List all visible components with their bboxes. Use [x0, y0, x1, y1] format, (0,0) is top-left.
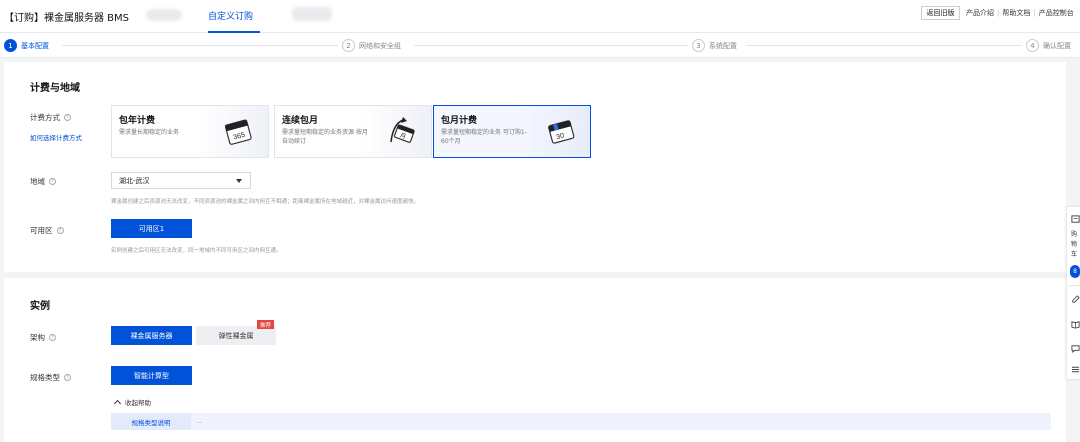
- step-label: 确认配置: [1043, 41, 1071, 50]
- billing-region-section: 计费与地域 计费方式? 如何选择计费方式 包年计费 需求量长期稳定的业务 365…: [4, 62, 1066, 272]
- billing-card-monthly[interactable]: 包月计费 需求量短期稳定的业务 可订购1-60个月 30: [433, 105, 591, 158]
- help-icon[interactable]: ?: [56, 227, 64, 234]
- step-number: 1: [4, 39, 17, 52]
- cart-count-badge: 8: [1070, 265, 1080, 278]
- architecture-label-text: 架构: [30, 333, 45, 342]
- section-title: 计费与地域: [30, 83, 80, 94]
- billing-card-auto-monthly[interactable]: 连续包月 需求量短期稳定的业务资源 按月自动续订 月: [274, 105, 432, 158]
- collapse-help-label: 收起帮助: [125, 399, 151, 407]
- help-icon[interactable]: ?: [49, 178, 56, 185]
- message-icon[interactable]: [1071, 344, 1080, 353]
- back-to-old-version-button[interactable]: 返回旧版: [921, 6, 960, 20]
- billing-card-yearly[interactable]: 包年计费 需求量长期稳定的业务 365: [111, 105, 269, 158]
- step-connector: [746, 45, 1022, 46]
- billing-help-link[interactable]: 如何选择计费方式: [30, 132, 82, 142]
- blurred-tab: [292, 7, 332, 21]
- blurred-tab: [146, 9, 182, 21]
- step-number: 3: [692, 39, 705, 52]
- card-title: 连续包月: [282, 116, 319, 126]
- tab-custom-order[interactable]: 自定义订购: [208, 9, 253, 22]
- zone-label: 可用区?: [30, 225, 64, 236]
- top-bar: 【订购】裸金属服务器 BMS 自定义订购 返回旧版 产品介绍 | 帮助文档 | 产品控制…: [0, 0, 1080, 33]
- help-icon[interactable]: ?: [64, 374, 71, 381]
- region-label-text: 地域: [30, 177, 45, 186]
- menu-icon[interactable]: [1071, 365, 1080, 374]
- card-title: 包月计费: [441, 116, 478, 126]
- step-system-config: 3 系统配置: [692, 39, 737, 52]
- product-console-link[interactable]: 产品控制台: [1039, 9, 1074, 17]
- cart-icon[interactable]: [1071, 215, 1080, 224]
- section-title: 实例: [30, 301, 50, 312]
- card-desc: 需求量长期稳定的业务: [119, 129, 180, 136]
- spec-type-label-text: 规格类型: [30, 373, 60, 382]
- spec-help-row: 规格类型说明 --: [111, 413, 1051, 430]
- region-hint: 裸金属创建之后资源池无法改变，不同资源池的裸金属之间内网互不相通；距离裸金属所在…: [111, 199, 420, 205]
- help-docs-link[interactable]: 帮助文档: [1002, 9, 1030, 17]
- region-select[interactable]: 湖北-武汉: [111, 172, 251, 189]
- zone-label-text: 可用区: [30, 226, 53, 235]
- spec-help-value: --: [197, 417, 202, 426]
- zone-hint: 实例创建之后可用区无法改变，同一地域内不同可用区之间内网互通。: [111, 248, 282, 254]
- card-desc: 需求量短期稳定的业务 可订购1-60个月: [441, 129, 527, 145]
- help-icon[interactable]: ?: [64, 114, 71, 121]
- step-confirm-config: 4 确认配置: [1026, 39, 1071, 52]
- arch-bare-metal-button[interactable]: 裸金属服务器: [111, 326, 192, 345]
- step-network-security: 2 网络和安全组: [342, 39, 401, 52]
- spec-type-label: 规格类型?: [30, 372, 71, 383]
- renewal-icon: 月: [390, 117, 415, 143]
- step-basic-config: 1 基本配置: [4, 39, 49, 52]
- calendar-icon: 365: [224, 119, 252, 145]
- collapse-help-toggle[interactable]: 收起帮助: [113, 397, 151, 408]
- cart-label-char: 车: [1071, 251, 1078, 258]
- region-label: 地域?: [30, 176, 56, 187]
- product-intro-link[interactable]: 产品介绍: [966, 9, 994, 17]
- calendar-30-icon: 30: [548, 120, 575, 144]
- caret-down-icon: [236, 179, 242, 183]
- step-number: 2: [342, 39, 355, 52]
- spec-help-key: 规格类型说明: [111, 413, 191, 430]
- chevron-up-icon: [113, 399, 122, 408]
- zone-1-button[interactable]: 可用区1: [111, 219, 192, 238]
- header-links: 产品介绍 | 帮助文档 | 产品控制台: [966, 9, 1074, 17]
- floating-toolbar: 购 物 车 8: [1066, 206, 1080, 380]
- app-title: 【订购】裸金属服务器 BMS: [4, 13, 130, 24]
- billing-method-label: 计费方式?: [30, 112, 71, 123]
- step-number: 4: [1026, 39, 1039, 52]
- step-label: 基本配置: [21, 41, 49, 50]
- card-title: 包年计费: [119, 116, 156, 126]
- cart-label-char: 物: [1071, 241, 1078, 248]
- book-icon[interactable]: [1071, 320, 1080, 329]
- billing-method-label-text: 计费方式: [30, 113, 60, 122]
- step-connector: [62, 45, 338, 46]
- step-label: 网络和安全组: [359, 41, 401, 50]
- spec-smart-compute-button[interactable]: 智能计算型: [111, 366, 192, 385]
- help-icon[interactable]: ?: [49, 334, 56, 341]
- step-label: 系统配置: [709, 41, 737, 50]
- cart-label-char: 购: [1071, 231, 1078, 238]
- toolbar-divider: [1069, 285, 1080, 286]
- step-connector: [414, 45, 688, 46]
- region-value: 湖北-武汉: [119, 176, 150, 185]
- card-desc: 需求量短期稳定的业务资源 按月自动续订: [282, 129, 368, 145]
- recommended-badge: 推荐: [257, 320, 275, 329]
- architecture-label: 架构?: [30, 332, 56, 343]
- instance-section: 实例 架构? 裸金属服务器 弹性裸金属 推荐 规格类型? 智能计算型 收起帮助 …: [4, 278, 1066, 442]
- edit-icon[interactable]: [1071, 295, 1080, 304]
